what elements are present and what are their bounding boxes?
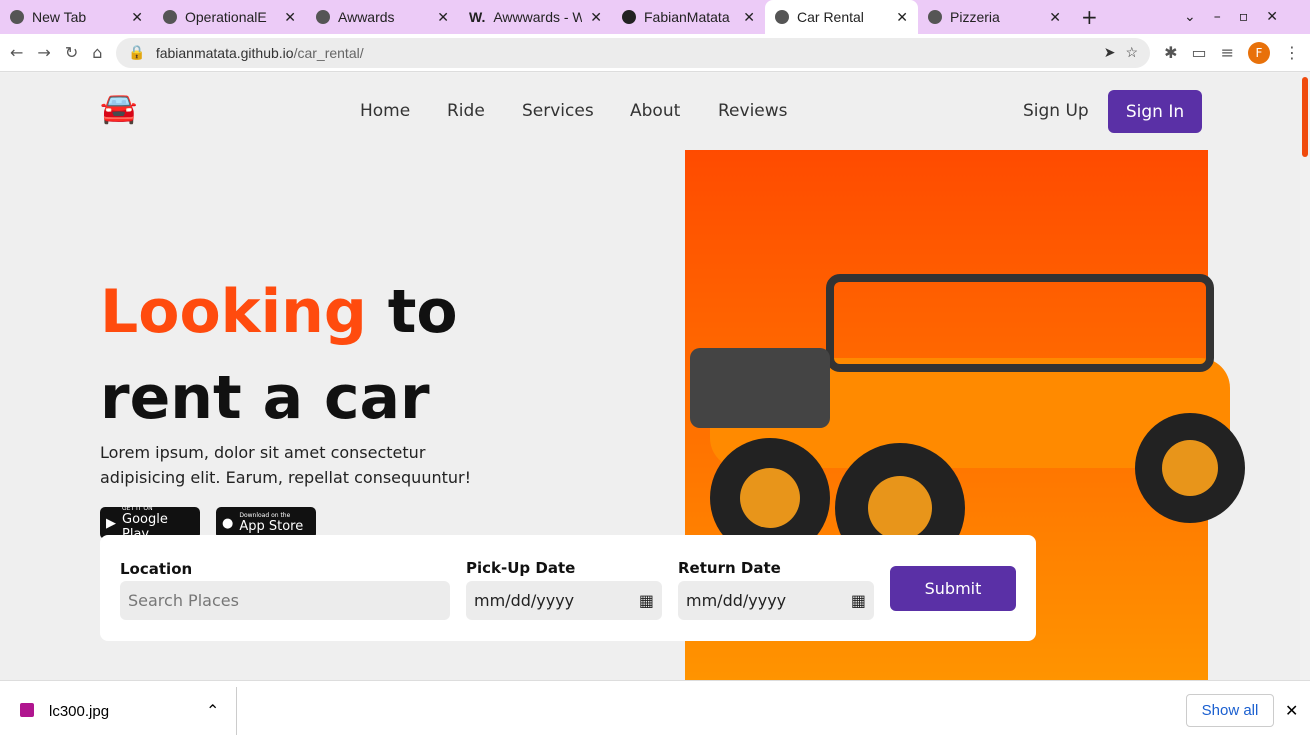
star-icon[interactable]: ☆ (1126, 44, 1139, 61)
tab-bar: New Tab ✕ OperationalE ✕ Awwards ✕ W. Awwwar… (0, 0, 1310, 34)
pickup-date-input[interactable]: mm/dd/yyyy ▦ (466, 581, 662, 620)
media-icon[interactable]: ≡ (1221, 43, 1234, 62)
extensions-icon[interactable]: ✱ (1164, 43, 1177, 62)
scrollbar-thumb[interactable] (1302, 77, 1308, 157)
github-icon (622, 10, 636, 24)
window-controls[interactable]: ⌄–▫✕ (1184, 9, 1310, 25)
pickup-label: Pick-Up Date (466, 559, 576, 577)
chevron-up-icon[interactable]: ⌃ (206, 701, 219, 721)
nav-home[interactable]: Home (360, 101, 410, 121)
tab-github[interactable]: FabianMatata ✕ (612, 0, 765, 34)
web-page: 🚘 Home Ride Services About Reviews Sign … (0, 73, 1300, 680)
play-icon: ▶ (106, 515, 116, 531)
close-icon[interactable]: ✕ (896, 9, 908, 26)
home-icon[interactable]: ⌂ (92, 43, 102, 62)
calendar-icon[interactable]: ▦ (639, 591, 654, 610)
url-field[interactable]: 🔒 fabianmatata.github.io/car_rental/➤ ☆ (116, 37, 1151, 68)
back-icon[interactable]: ← (10, 43, 23, 62)
tab-car-rental[interactable]: Car Rental ✕ (765, 0, 918, 34)
tab-awwwards[interactable]: W. Awwwards - W ✕ (459, 0, 612, 34)
tab-new-tab[interactable]: New Tab ✕ (0, 0, 153, 34)
globe-icon (775, 10, 789, 24)
tab-operational[interactable]: OperationalE ✕ (153, 0, 306, 34)
tab-pizzeria[interactable]: Pizzeria ✕ (918, 0, 1071, 34)
close-icon[interactable]: ✕ (590, 9, 602, 26)
menu-icon[interactable]: ⋮ (1284, 43, 1300, 62)
w-icon: W. (469, 9, 486, 25)
return-label: Return Date (678, 559, 781, 577)
nav-services[interactable]: Services (522, 101, 594, 121)
close-icon[interactable]: ✕ (131, 9, 143, 26)
booking-form: Location Search Places Pick-Up Date mm/d… (100, 535, 1036, 641)
sign-in-button[interactable]: Sign In (1108, 90, 1202, 133)
hero-description: Lorem ipsum, dolor sit amet consectetur … (100, 443, 471, 487)
nav-ride[interactable]: Ride (447, 101, 485, 121)
cast-icon[interactable]: ▭ (1191, 43, 1206, 62)
download-bar: lc300.jpg ⌃ Show all ✕ (0, 680, 1310, 741)
tab-awwards[interactable]: Awwards ✕ (306, 0, 459, 34)
new-tab-button[interactable]: + (1081, 5, 1098, 29)
nav-reviews[interactable]: Reviews (718, 101, 788, 121)
lock-icon: 🔒 (128, 44, 146, 60)
download-item[interactable]: lc300.jpg (49, 703, 109, 720)
scrollbar[interactable] (1300, 73, 1310, 680)
chrome-icon (10, 10, 24, 24)
car-logo-icon[interactable]: 🚘 (100, 91, 137, 126)
return-date-input[interactable]: mm/dd/yyyy ▦ (678, 581, 874, 620)
close-icon[interactable]: ✕ (437, 9, 449, 26)
sign-up-link[interactable]: Sign Up (1023, 101, 1089, 121)
close-icon[interactable]: ✕ (1049, 9, 1061, 26)
send-icon[interactable]: ➤ (1104, 44, 1116, 61)
location-label: Location (120, 560, 193, 578)
image-file-icon (20, 703, 34, 717)
nav-about[interactable]: About (630, 101, 680, 121)
show-all-button[interactable]: Show all (1186, 694, 1274, 727)
close-icon[interactable]: ✕ (743, 9, 755, 26)
forward-icon[interactable]: → (37, 43, 50, 62)
location-input[interactable]: Search Places (120, 581, 450, 620)
submit-button[interactable]: Submit (890, 566, 1016, 611)
apple-icon: ● (222, 515, 234, 531)
reload-icon[interactable]: ↻ (65, 43, 78, 62)
globe-icon (928, 10, 942, 24)
close-icon[interactable]: ✕ (1285, 701, 1298, 721)
divider (236, 687, 237, 735)
close-icon[interactable]: ✕ (284, 9, 296, 26)
calendar-icon[interactable]: ▦ (851, 591, 866, 610)
hero-title: Looking to rent a car (100, 277, 458, 433)
profile-avatar[interactable]: F (1248, 41, 1270, 64)
globe-icon (163, 10, 177, 24)
address-bar-row: ← → ↻ ⌂ 🔒 fabianmatata.github.io/car_rent… (0, 34, 1310, 72)
jeep-image (690, 274, 1245, 568)
globe-icon (316, 10, 330, 24)
